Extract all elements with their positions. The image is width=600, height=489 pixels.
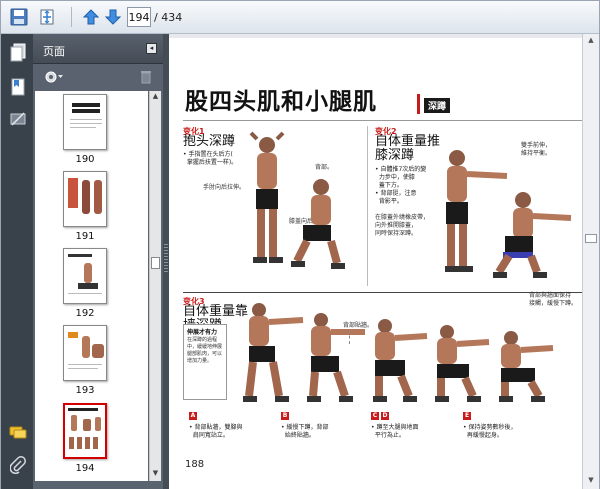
trash-icon[interactable] bbox=[139, 69, 153, 89]
title-accent bbox=[417, 94, 420, 114]
step-e-text: • 保持姿勢數秒後， 再緩慢起身。 bbox=[463, 424, 517, 439]
signature-icon[interactable] bbox=[7, 108, 29, 130]
gear-icon[interactable] bbox=[43, 69, 65, 89]
page-total-label: / 434 bbox=[154, 11, 183, 24]
toolbar: / 434 bbox=[1, 1, 599, 34]
document-view[interactable]: 股四头肌和小腿肌 深蹲 变化1 抱头深蹲 • 手指置在头后方( 掌握后扶置一样)… bbox=[169, 34, 582, 489]
page-thumbnail-191[interactable] bbox=[63, 171, 107, 227]
column-divider bbox=[367, 126, 368, 286]
thumbnail-label: 191 bbox=[75, 231, 95, 242]
bookmark-icon[interactable] bbox=[7, 76, 29, 98]
squat-figure-band bbox=[445, 150, 572, 278]
panel-toolbar bbox=[33, 65, 163, 91]
variation3-caption: 背部貼牆。 bbox=[343, 322, 374, 329]
down-arrow-icon[interactable] bbox=[101, 5, 125, 29]
title-rule bbox=[183, 120, 582, 121]
variation1-name: 抱头深蹲 bbox=[183, 134, 236, 149]
variation2-name-line2: 膝深蹲 bbox=[375, 148, 415, 163]
panel-title: 页面 bbox=[43, 45, 65, 58]
wall-squat-c bbox=[373, 319, 428, 402]
pages-panel: 页面 ◂ 190 191 192 193 194 ▲ ▼ bbox=[33, 34, 163, 489]
step-label-e: E bbox=[463, 412, 471, 420]
pdf-reader-window: / 434 bbox=[0, 0, 600, 489]
paperclip-icon[interactable] bbox=[7, 454, 29, 476]
step-a-text: • 背部貼牆，雙腳與 肩同寬站立。 bbox=[189, 424, 243, 439]
page-number-input[interactable] bbox=[127, 7, 151, 27]
pages-icon[interactable] bbox=[7, 42, 29, 64]
navigation-rail bbox=[1, 34, 33, 489]
fit-page-icon[interactable] bbox=[35, 5, 59, 29]
step-label-b: B bbox=[281, 412, 289, 420]
callout-line bbox=[349, 330, 350, 344]
panel-scrollbar[interactable]: ▲ ▼ bbox=[149, 91, 161, 481]
page-thumbnail-190[interactable] bbox=[63, 94, 107, 150]
page-thumbnail-192[interactable] bbox=[63, 248, 107, 304]
step-b-text: • 緩慢下蹲，背部 始終貼牆。 bbox=[281, 424, 329, 439]
page-thumbnail-193[interactable] bbox=[63, 325, 107, 381]
thumbnail-label: 190 bbox=[75, 154, 95, 165]
wall-squat-e bbox=[499, 331, 554, 402]
thumbnail-label: 194 bbox=[75, 463, 95, 474]
scroll-up-arrow-icon[interactable]: ▲ bbox=[586, 36, 596, 46]
tip-title: 伸展才有力 bbox=[187, 329, 218, 336]
comment-icon[interactable] bbox=[7, 422, 29, 444]
wall-squat-d bbox=[435, 325, 490, 402]
save-icon[interactable] bbox=[7, 5, 31, 29]
page-number: 188 bbox=[185, 459, 205, 470]
panel-scroll-thumb[interactable] bbox=[151, 257, 160, 269]
up-arrow-icon[interactable] bbox=[79, 5, 103, 29]
wall-squat-sequence bbox=[243, 303, 554, 402]
scroll-down-arrow-icon[interactable]: ▼ bbox=[151, 469, 160, 478]
squat-figure-standing bbox=[249, 131, 345, 269]
scroll-up-arrow-icon[interactable]: ▲ bbox=[151, 92, 160, 101]
step-label-d: D bbox=[381, 412, 389, 420]
thumbnail-label: 193 bbox=[75, 385, 95, 396]
wall-squat-a bbox=[243, 303, 304, 402]
collapse-panel-button[interactable]: ◂ bbox=[146, 43, 157, 54]
step-label-a: A bbox=[189, 412, 197, 420]
tip-text: 在深蹲的過程中，緩緩地伸展腿部肌肉，可以增加力量。 bbox=[187, 337, 223, 364]
page-thumbnail-194[interactable] bbox=[63, 403, 107, 459]
variation3-caption: 背部與牆面保持 接觸，緩慢下蹲。 bbox=[529, 292, 578, 307]
document-scrollbar[interactable]: ▲ ▼ bbox=[582, 34, 599, 489]
panel-header: 页面 ◂ bbox=[33, 34, 163, 64]
page-title: 股四头肌和小腿肌 bbox=[185, 89, 377, 115]
variation2-text: • 自體推7次后的變 力步中，使膝 蓋下方。 • 背部挺，注意 背影平。 bbox=[375, 166, 427, 205]
thumbnail-list[interactable]: 190 191 192 193 194 bbox=[35, 91, 148, 481]
toolbar-separator bbox=[71, 7, 72, 27]
variation2-caption: 在膝蓋外繞橡皮帶， 向外推開膝蓋， 同時保持深蹲。 bbox=[375, 214, 430, 237]
page-top-gap bbox=[169, 34, 582, 38]
document-scroll-thumb[interactable] bbox=[585, 234, 597, 243]
scroll-down-arrow-icon[interactable]: ▼ bbox=[586, 476, 596, 486]
step-label-c: C bbox=[371, 412, 379, 420]
section-rule bbox=[183, 292, 582, 293]
thumbnail-label: 192 bbox=[75, 308, 95, 319]
tip-sidebar: 伸展才有力 在深蹲的過程中，緩緩地伸展腿部肌肉，可以增加力量。 bbox=[183, 324, 227, 400]
variation2-name-line1: 自体重量推 bbox=[375, 134, 441, 149]
step-cd-text: • 蹲至大腿與地面 平行為止。 bbox=[371, 424, 419, 439]
page-tag: 深蹲 bbox=[424, 98, 451, 113]
